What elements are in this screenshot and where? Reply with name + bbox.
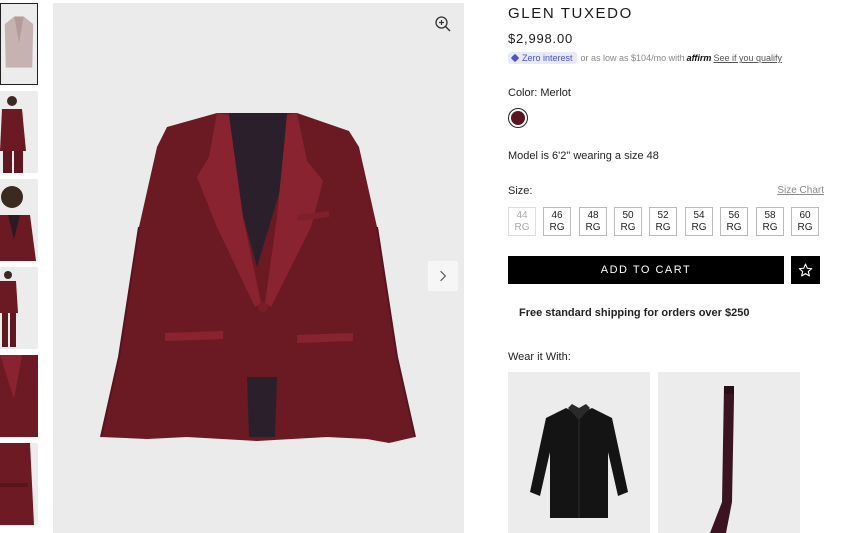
size-option-56[interactable]: 56 RG [720, 207, 748, 236]
zero-interest-label: Zero interest [522, 53, 573, 63]
size-option-44[interactable]: 44 RG [508, 207, 536, 236]
black-shirt-image [508, 372, 650, 533]
size-option-58[interactable]: 58 RG [756, 207, 784, 236]
wear-with-tie-card[interactable] [658, 372, 800, 533]
next-image-button[interactable] [428, 261, 458, 291]
thumbnail-lapel-detail[interactable] [0, 355, 38, 437]
model-size-note: Model is 6'2" wearing a size 48 [508, 150, 659, 162]
thumbnail-pants-detail[interactable] [0, 443, 38, 525]
wear-it-with-label: Wear it With: [508, 351, 571, 363]
thumbnail-model-standing[interactable] [0, 267, 38, 349]
thumbnail-model-full[interactable] [0, 91, 38, 173]
thumbnail-gallery [0, 0, 40, 533]
star-icon [798, 263, 813, 276]
affirm-logo: affirm [686, 53, 712, 63]
color-swatch-merlot[interactable] [508, 108, 528, 128]
size-option-50[interactable]: 50 RG [614, 207, 642, 236]
thumbnail-jacket-flat[interactable] [0, 3, 38, 85]
size-option-48[interactable]: 48 RG [579, 207, 607, 236]
wear-with-shirt-card[interactable] [508, 372, 650, 533]
tie-image [658, 372, 800, 533]
tag-icon [510, 53, 520, 63]
size-option-46[interactable]: 46 RG [543, 207, 571, 236]
main-product-image[interactable] [53, 3, 464, 533]
chevron-right-icon [440, 270, 447, 282]
see-if-you-qualify-link[interactable]: See if you qualify [713, 53, 782, 63]
size-selector: 44 RG 46 RG 48 RG 50 RG 52 RG 54 RG 56 RG 58 RG … [508, 207, 828, 237]
product-price: $2,998.00 [508, 31, 574, 46]
color-label: Color: Merlot [508, 87, 571, 99]
zoom-in-icon[interactable] [434, 15, 452, 33]
zero-interest-badge: Zero interest [508, 52, 577, 64]
size-chart-link[interactable]: Size Chart [777, 185, 824, 196]
size-option-52[interactable]: 52 RG [649, 207, 677, 236]
free-shipping-note: Free standard shipping for orders over $… [519, 307, 750, 319]
size-option-60[interactable]: 60 RG [791, 207, 819, 236]
thumbnail-model-closeup[interactable] [0, 179, 38, 261]
add-to-cart-button[interactable]: ADD TO CART [508, 256, 784, 284]
financing-info: Zero interest or as low as $104/mo with … [508, 52, 782, 64]
wishlist-button[interactable] [791, 256, 820, 284]
product-title: GLEN TUXEDO [508, 5, 633, 22]
size-option-54[interactable]: 54 RG [685, 207, 713, 236]
jacket-image [100, 113, 416, 443]
financing-text: or as low as $104/mo with [580, 53, 685, 63]
size-label: Size: [508, 185, 533, 197]
